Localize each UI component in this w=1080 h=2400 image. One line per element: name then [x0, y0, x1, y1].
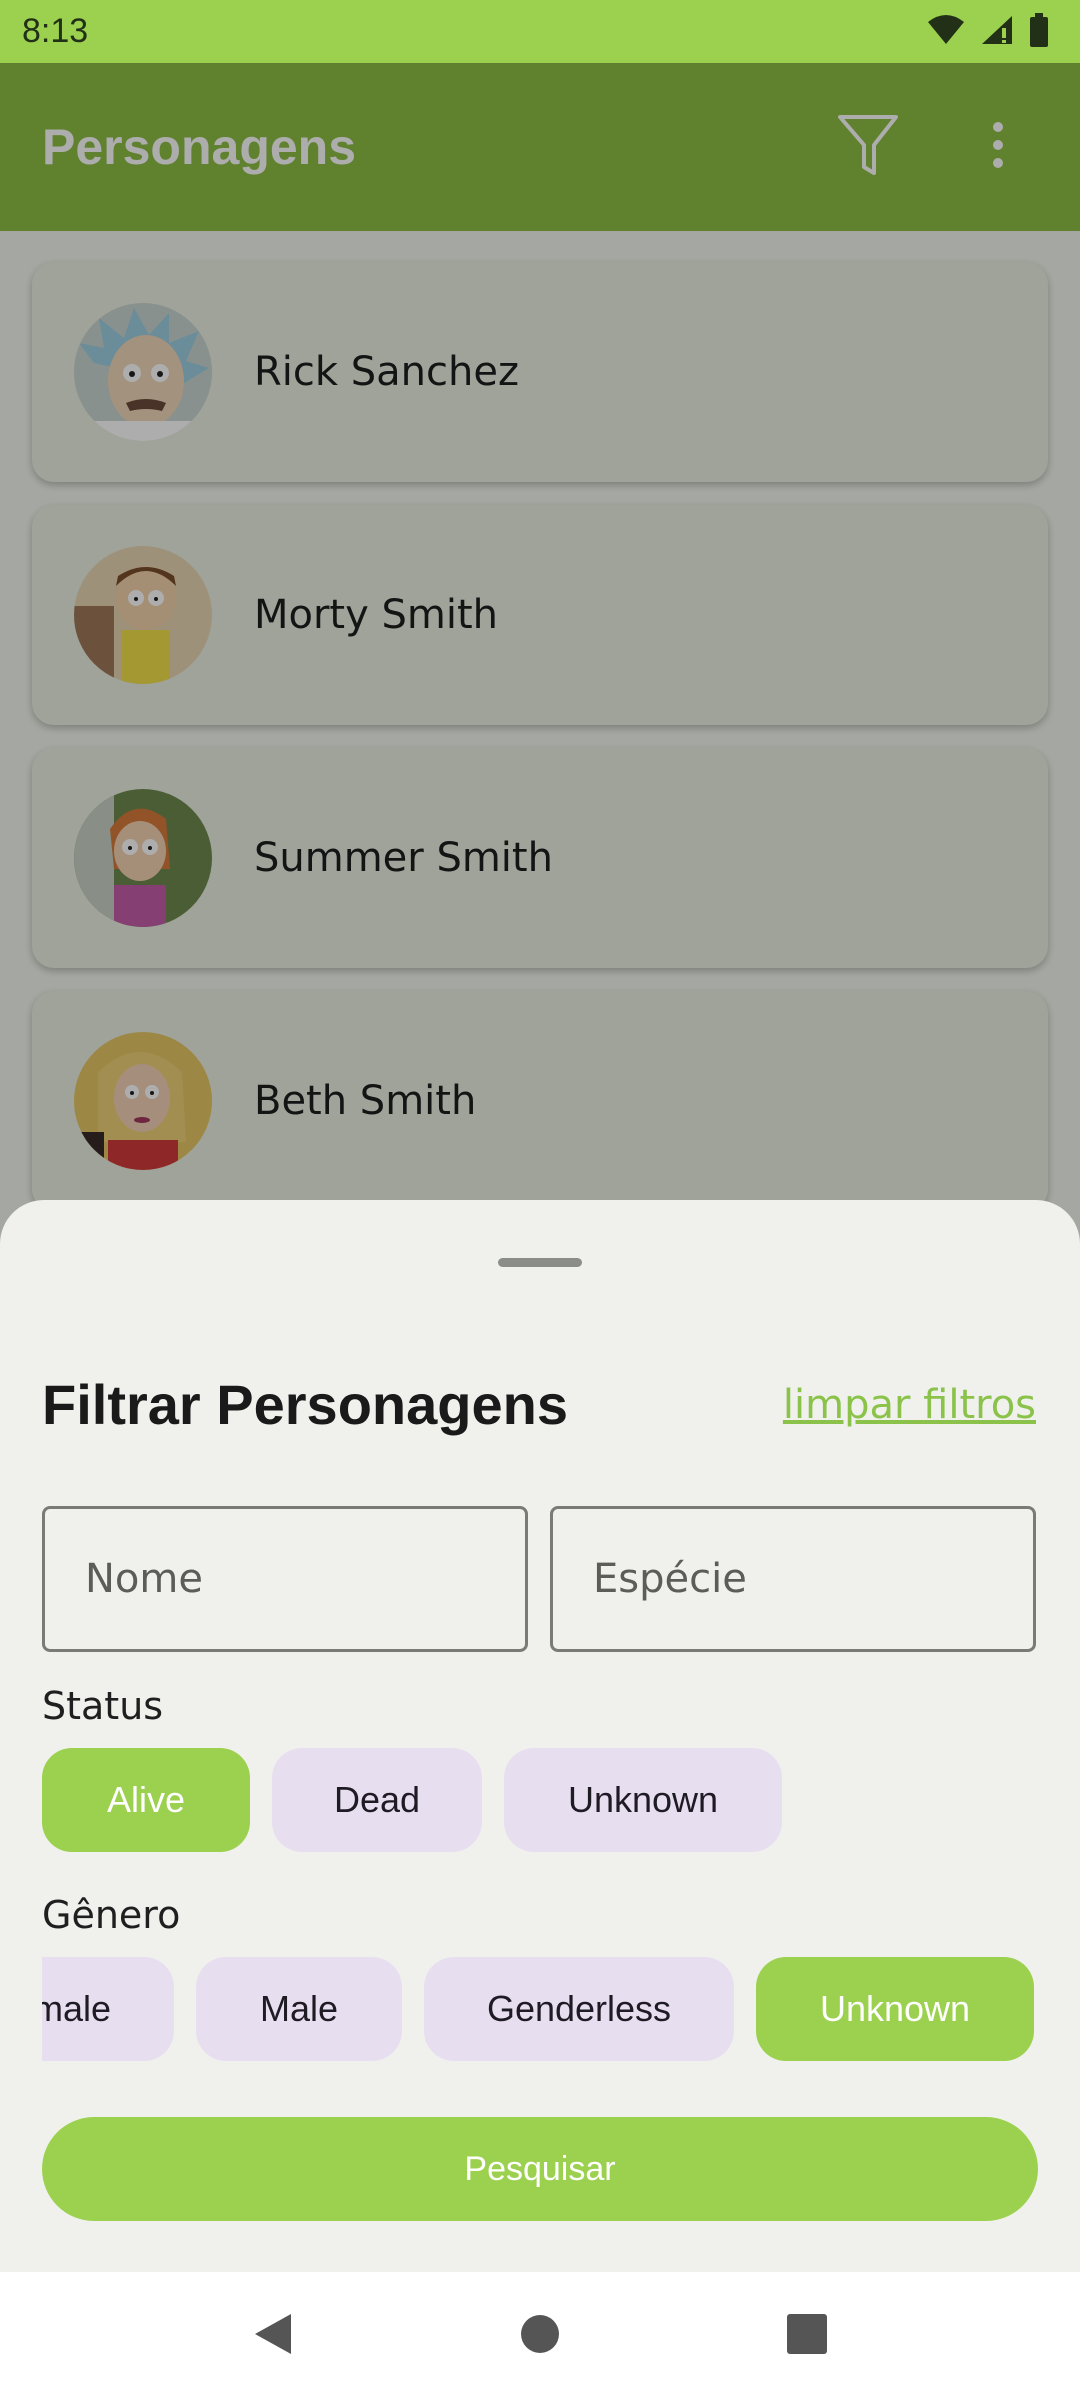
recents-button[interactable] — [762, 2291, 852, 2381]
gender-chip-male[interactable]: Male — [196, 1957, 402, 2061]
gender-chip-female[interactable]: Female — [42, 1957, 174, 2061]
screen: 8:13 Personagens Rick Sanchez Morty Smit… — [0, 0, 1080, 2400]
species-field[interactable] — [550, 1506, 1036, 1652]
home-button[interactable] — [495, 2291, 585, 2381]
navigation-bar — [0, 2272, 1080, 2400]
wifi-icon — [926, 14, 966, 50]
status-chip-unknown[interactable]: Unknown — [504, 1748, 782, 1852]
home-icon — [519, 2313, 561, 2359]
status-icons — [926, 12, 1050, 51]
back-button[interactable] — [228, 2291, 318, 2381]
signal-icon — [980, 14, 1014, 50]
drag-handle[interactable] — [498, 1258, 582, 1267]
sheet-title: Filtrar Personagens — [42, 1373, 568, 1436]
status-time: 8:13 — [22, 12, 89, 50]
filter-bottom-sheet: Filtrar Personagens limpar filtros Statu… — [0, 1200, 1080, 2272]
gender-chip-unknown[interactable]: Unknown — [756, 1957, 1034, 2061]
search-button[interactable]: Pesquisar — [42, 2117, 1038, 2221]
status-label: Status — [42, 1684, 164, 1728]
gender-chip-genderless[interactable]: Genderless — [424, 1957, 734, 2061]
gender-chip-group: Female Male Genderless Unknown — [42, 1957, 1034, 2061]
gender-label: Gênero — [42, 1893, 181, 1937]
status-chip-group: Alive Dead Unknown — [42, 1748, 782, 1852]
status-bar: 8:13 — [0, 0, 1080, 63]
gender-chip-scroller[interactable]: Female Male Genderless Unknown — [42, 1957, 1038, 2061]
recents-icon — [786, 2314, 827, 2358]
back-icon — [251, 2310, 295, 2362]
battery-icon — [1028, 12, 1050, 51]
status-chip-dead[interactable]: Dead — [272, 1748, 482, 1852]
name-field[interactable] — [42, 1506, 528, 1652]
status-chip-alive[interactable]: Alive — [42, 1748, 250, 1852]
clear-filters-link[interactable]: limpar filtros — [783, 1382, 1036, 1428]
